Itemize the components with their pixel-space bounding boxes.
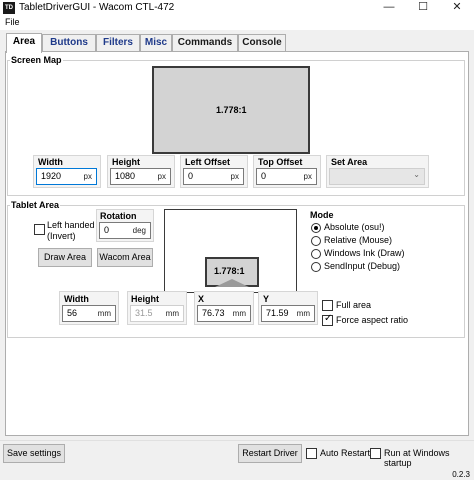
tablet-height-input[interactable]: 31.5 mm bbox=[130, 305, 184, 322]
version-label: 0.2.3 bbox=[452, 470, 470, 479]
tablet-y-label: Y bbox=[263, 294, 270, 304]
auto-restart-checkbox[interactable] bbox=[306, 448, 317, 459]
bottom-bar: Save settings Restart Driver Auto Restar… bbox=[0, 440, 474, 480]
screen-height-input[interactable]: 1080 px bbox=[110, 168, 171, 185]
tablet-height-label: Height bbox=[131, 294, 159, 304]
tab-misc[interactable]: Misc bbox=[140, 34, 172, 52]
minimize-icon[interactable]: — bbox=[372, 0, 406, 16]
left-offset-label: Left Offset bbox=[185, 157, 230, 167]
run-at-startup-checkbox[interactable] bbox=[370, 448, 381, 459]
tab-buttons[interactable]: Buttons bbox=[42, 34, 96, 52]
mode-windows-ink-label: Windows Ink (Draw) bbox=[324, 248, 405, 258]
save-settings-button[interactable]: Save settings bbox=[3, 444, 65, 463]
close-icon[interactable]: ✕ bbox=[440, 0, 474, 16]
top-offset-label: Top Offset bbox=[258, 157, 303, 167]
screen-width-label: Width bbox=[38, 157, 63, 167]
set-area-label: Set Area bbox=[331, 157, 368, 167]
auto-restart-label: Auto Restart bbox=[320, 448, 371, 458]
maximize-icon[interactable]: ☐ bbox=[406, 0, 440, 16]
tablet-ratio-label: 1.778:1 bbox=[214, 266, 245, 276]
tab-filters[interactable]: Filters bbox=[96, 34, 140, 52]
chevron-down-icon: ⌄ bbox=[413, 170, 420, 179]
left-handed-label: Left handed bbox=[47, 220, 95, 230]
set-area-dropdown[interactable]: ⌄ bbox=[329, 168, 425, 185]
tab-area[interactable]: Area bbox=[6, 33, 42, 53]
window-title: TabletDriverGUI - Wacom CTL-472 bbox=[19, 2, 175, 13]
tab-commands[interactable]: Commands bbox=[172, 34, 238, 52]
restart-driver-button[interactable]: Restart Driver bbox=[238, 444, 302, 463]
mode-radio-absolute[interactable] bbox=[311, 223, 321, 233]
draw-area-button[interactable]: Draw Area bbox=[38, 248, 92, 267]
check-icon: ✓ bbox=[324, 313, 333, 324]
left-offset-input[interactable]: 0 px bbox=[183, 168, 244, 185]
app-icon: TD bbox=[3, 2, 15, 14]
screen-ratio-label: 1.778:1 bbox=[216, 105, 247, 115]
mode-label: Mode bbox=[310, 210, 334, 220]
rotation-input[interactable]: 0 deg bbox=[99, 222, 151, 239]
tablet-area-triangle bbox=[215, 279, 249, 287]
tablet-width-input[interactable]: 56 mm bbox=[62, 305, 116, 322]
title-bar: TD TabletDriverGUI - Wacom CTL-472 — ☐ ✕ bbox=[0, 0, 474, 16]
top-offset-input[interactable]: 0 px bbox=[256, 168, 317, 185]
rotation-label: Rotation bbox=[100, 211, 137, 221]
mode-radio-windows-ink[interactable] bbox=[311, 249, 321, 259]
wacom-area-button[interactable]: Wacom Area bbox=[97, 248, 153, 267]
screen-map-label: Screen Map bbox=[10, 55, 63, 65]
menu-file[interactable]: File bbox=[5, 17, 20, 27]
full-area-label: Full area bbox=[336, 300, 372, 310]
force-aspect-label: Force aspect ratio bbox=[336, 315, 409, 325]
mode-absolute-label: Absolute (osu!) bbox=[324, 222, 385, 232]
tablet-x-input[interactable]: 76.73 mm bbox=[197, 305, 251, 322]
mode-radio-relative[interactable] bbox=[311, 236, 321, 246]
force-aspect-checkbox[interactable]: ✓ bbox=[322, 313, 333, 326]
left-handed-sublabel: (Invert) bbox=[47, 231, 76, 241]
screen-height-label: Height bbox=[112, 157, 140, 167]
tablet-area-label: Tablet Area bbox=[10, 200, 61, 210]
tablet-x-label: X bbox=[198, 294, 205, 304]
tab-console[interactable]: Console bbox=[238, 34, 286, 52]
mode-radio-sendinput[interactable] bbox=[311, 262, 321, 272]
mode-relative-label: Relative (Mouse) bbox=[324, 235, 393, 245]
tablet-y-input[interactable]: 71.59 mm bbox=[261, 305, 315, 322]
run-at-startup-label: Run at Windows startup bbox=[384, 448, 450, 468]
screen-width-input[interactable]: 1920 px bbox=[36, 168, 97, 185]
full-area-checkbox[interactable] bbox=[322, 300, 333, 311]
mode-sendinput-label: SendInput (Debug) bbox=[324, 261, 401, 271]
left-handed-checkbox[interactable] bbox=[34, 224, 45, 235]
menu-bar: File bbox=[0, 16, 474, 30]
tablet-width-label: Width bbox=[64, 294, 89, 304]
